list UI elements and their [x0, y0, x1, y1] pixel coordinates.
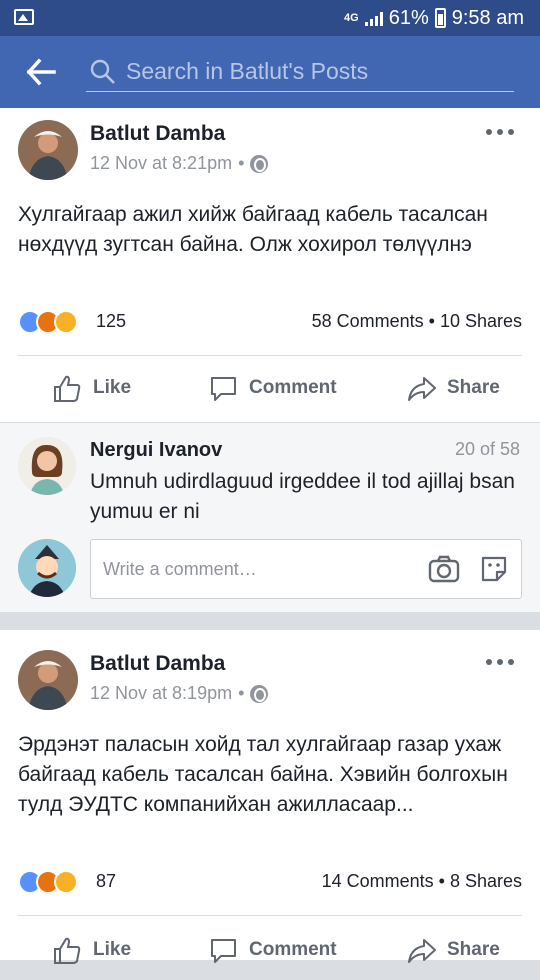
battery-icon — [434, 8, 446, 28]
post-actions: Like Comment Share — [0, 358, 540, 418]
commenter-name[interactable]: Nergui Ivanov — [90, 439, 222, 462]
reaction-summary[interactable]: 125 58 Comments • 10 Shares — [18, 308, 522, 336]
post-options-icon[interactable] — [486, 128, 514, 136]
post-text: Эрдэнэт паласын хойд тал хулгайгаар газа… — [18, 733, 508, 816]
sad-reaction-icon — [54, 870, 78, 894]
author-avatar[interactable] — [18, 120, 78, 180]
share-label: Share — [447, 377, 500, 398]
reaction-count: 87 — [96, 871, 117, 891]
back-arrow-icon[interactable] — [26, 58, 56, 86]
current-user-avatar — [18, 539, 76, 597]
like-label: Like — [93, 377, 132, 398]
comment-counter: 20 of 58 — [454, 439, 520, 459]
post-text: Хулгайгаар ажил хийж байгаад кабель таса… — [18, 203, 488, 256]
comment-icon — [211, 376, 236, 401]
share-button[interactable]: Share — [406, 920, 500, 980]
reaction-count: 125 — [96, 311, 127, 331]
post-actions: Like Comment Share — [0, 920, 540, 980]
like-button[interactable]: Like — [52, 358, 131, 418]
comment-label: Comment — [249, 939, 337, 960]
commenter-avatar[interactable] — [18, 437, 76, 495]
search-placeholder: Search in Batlut's Posts — [126, 58, 369, 84]
like-icon — [54, 937, 81, 964]
public-globe-icon — [250, 154, 269, 173]
meta-separator: • — [238, 153, 245, 173]
signal-icon — [364, 10, 383, 26]
sticker-icon[interactable] — [479, 554, 509, 584]
post-card: Batlut Damba 12 Nov at 8:19pm • Эрдэнэт … — [0, 630, 540, 964]
camera-icon[interactable] — [427, 554, 461, 584]
divider — [18, 915, 522, 916]
status-bar: 4G 61% 9:58 am — [0, 0, 540, 36]
comment-label: Comment — [249, 377, 337, 398]
meta-separator: • — [238, 683, 245, 703]
clock: 9:58 am — [451, 6, 524, 29]
like-label: Like — [93, 939, 132, 960]
share-label: Share — [447, 939, 500, 960]
post-meta: 12 Nov at 8:19pm • — [90, 683, 269, 704]
top-bar: Search in Batlut's Posts — [0, 36, 540, 108]
post-author[interactable]: Batlut Damba — [90, 122, 225, 146]
post-meta: 12 Nov at 8:21pm • — [90, 153, 269, 174]
post-timestamp[interactable]: 12 Nov at 8:19pm — [90, 683, 232, 704]
like-button[interactable]: Like — [52, 920, 131, 980]
comments-shares-count[interactable]: 58 Comments • 10 Shares — [312, 311, 522, 332]
comment-preview: Nergui Ivanov 20 of 58 Umnuh udirdlaguud… — [0, 422, 540, 612]
share-icon — [408, 938, 436, 963]
comment-button[interactable]: Comment — [208, 358, 337, 418]
author-avatar[interactable] — [18, 650, 78, 710]
comment-icon — [211, 938, 236, 963]
post-card: Batlut Damba 12 Nov at 8:21pm • Хулгайга… — [0, 108, 540, 422]
share-icon — [408, 376, 436, 401]
gallery-notification-icon — [14, 9, 34, 25]
share-button[interactable]: Share — [406, 358, 500, 418]
comment-placeholder: Write a comment… — [103, 559, 257, 579]
reaction-icons — [18, 870, 78, 894]
comments-shares-count[interactable]: 14 Comments • 8 Shares — [322, 871, 522, 892]
public-globe-icon — [250, 684, 269, 703]
post-options-icon[interactable] — [486, 658, 514, 666]
reaction-summary[interactable]: 87 14 Comments • 8 Shares — [18, 868, 522, 896]
comment-button[interactable]: Comment — [208, 920, 337, 980]
like-icon — [54, 375, 81, 402]
search-input[interactable]: Search in Batlut's Posts — [86, 52, 514, 92]
reaction-icons — [18, 310, 78, 334]
comment-text: Umnuh udirdlaguud irgeddee il tod ajilla… — [90, 470, 515, 523]
search-icon — [90, 59, 115, 84]
feed-separator — [0, 612, 540, 630]
post-timestamp[interactable]: 12 Nov at 8:21pm — [90, 153, 232, 174]
comment-input[interactable]: Write a comment… — [90, 539, 522, 599]
battery-percent: 61% — [388, 6, 429, 29]
wow-reaction-icon — [54, 310, 78, 334]
network-indicator: 4G — [344, 12, 359, 24]
divider — [18, 355, 522, 356]
post-author[interactable]: Batlut Damba — [90, 652, 225, 676]
posts-feed: Batlut Damba 12 Nov at 8:21pm • Хулгайга… — [0, 108, 540, 964]
